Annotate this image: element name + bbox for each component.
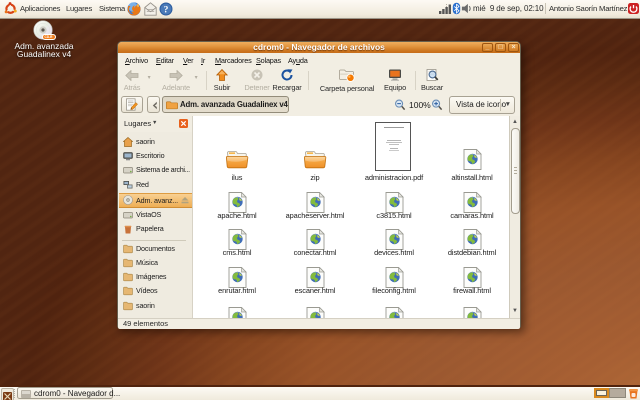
svg-text:?: ?	[164, 5, 169, 15]
